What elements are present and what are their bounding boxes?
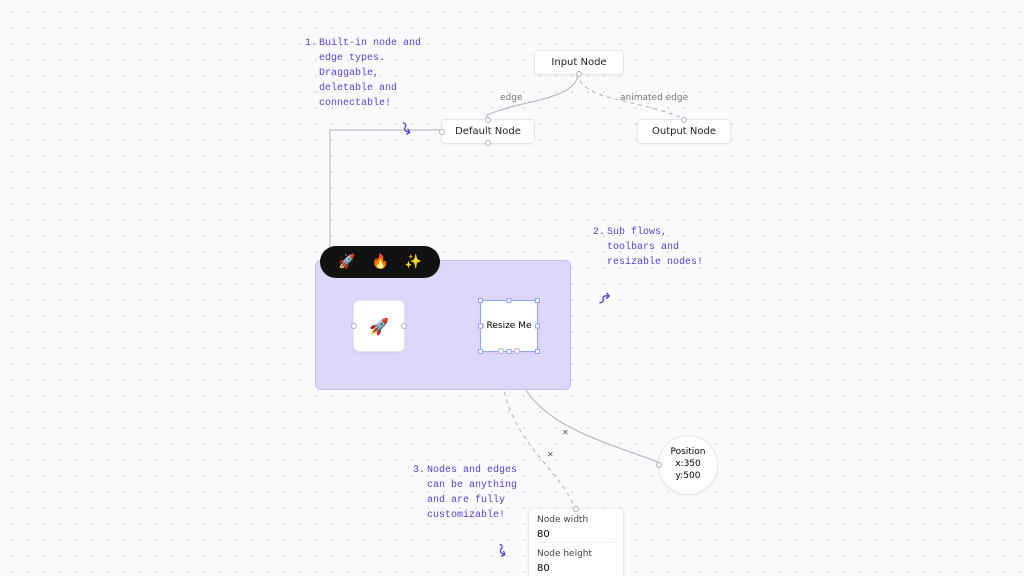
node-resize-label: Resize Me <box>487 321 532 331</box>
annotation-2-text: Sub flows, toolbars and resizable nodes! <box>607 225 713 270</box>
resize-handle-b[interactable] <box>507 349 512 354</box>
rocket-icon: 🚀 <box>369 317 389 336</box>
annotation-2: 2.Sub flows, toolbars and resizable node… <box>593 225 713 270</box>
form-width-input[interactable] <box>537 527 615 543</box>
annotation-2-num: 2. <box>593 225 607 240</box>
handle-icon-left[interactable] <box>351 323 357 329</box>
handle-form-top[interactable] <box>573 506 579 512</box>
resize-handle-bl[interactable] <box>478 349 483 354</box>
toolbar-rocket-icon[interactable]: 🚀 <box>338 254 355 270</box>
node-output-label: Output Node <box>652 126 716 137</box>
toolbar-sparkle-icon[interactable]: ✨ <box>405 254 422 270</box>
edge-delete-marker-2[interactable]: ✕ <box>547 450 554 459</box>
node-input-label: Input Node <box>551 57 606 68</box>
node-default[interactable]: Default Node <box>441 119 535 144</box>
node-output[interactable]: Output Node <box>637 119 731 144</box>
handle-default-top[interactable] <box>485 117 491 123</box>
handle-input-bottom[interactable] <box>576 71 582 77</box>
annotation-3-text: Nodes and edges can be anything and are … <box>427 463 533 523</box>
annotation-3-num: 3. <box>413 463 427 478</box>
resize-handle-r[interactable] <box>535 324 540 329</box>
edge-label-plain: edge <box>500 93 523 103</box>
handle-resize-bottom-1[interactable] <box>498 348 504 354</box>
position-y: y:500 <box>676 471 701 483</box>
handle-resize-bottom-2[interactable] <box>514 348 520 354</box>
resize-handle-tl[interactable] <box>478 298 483 303</box>
toolbar-fire-icon[interactable]: 🔥 <box>371 254 388 270</box>
annotation-3: 3.Nodes and edges can be anything and ar… <box>413 463 533 523</box>
annotation-1-num: 1. <box>305 36 319 51</box>
resize-handle-br[interactable] <box>535 349 540 354</box>
position-title: Position <box>670 447 705 459</box>
resize-handle-t[interactable] <box>507 298 512 303</box>
edge-delete-marker-1[interactable]: ✕ <box>562 428 569 437</box>
node-form[interactable]: Node width Node height <box>528 508 624 576</box>
handle-position-left[interactable] <box>656 462 662 468</box>
position-x: x:350 <box>675 459 701 471</box>
node-resize[interactable]: Resize Me <box>480 300 538 352</box>
annotation-3-arrow-icon: ↝ <box>491 540 513 559</box>
node-toolbar: 🚀 🔥 ✨ <box>320 246 440 278</box>
annotation-2-arrow-icon: ↝ <box>593 288 615 311</box>
node-icon[interactable]: 🚀 <box>353 300 405 352</box>
resize-handle-tr[interactable] <box>535 298 540 303</box>
node-default-label: Default Node <box>455 126 521 137</box>
edge-input-output <box>578 73 683 120</box>
node-position[interactable]: Position x:350 y:500 <box>658 435 718 495</box>
handle-default-left[interactable] <box>439 129 445 135</box>
form-height-label: Node height <box>537 549 615 559</box>
annotation-1-arrow-icon: ↝ <box>395 117 418 138</box>
form-width-label: Node width <box>537 515 615 525</box>
flow-canvas[interactable]: edge animated edge ✕ ✕ Input Node Defaul… <box>0 0 1024 576</box>
edge-input-default <box>487 73 578 120</box>
handle-default-bottom[interactable] <box>485 140 491 146</box>
edge-label-animated: animated edge <box>620 93 689 103</box>
node-input[interactable]: Input Node <box>534 50 624 75</box>
annotation-1: 1.Built-in node and edge types. Draggabl… <box>305 36 425 111</box>
handle-output-top[interactable] <box>681 117 687 123</box>
form-height-input[interactable] <box>537 561 615 576</box>
handle-icon-right[interactable] <box>401 323 407 329</box>
annotation-1-text: Built-in node and edge types. Draggable,… <box>319 36 425 111</box>
resize-handle-l[interactable] <box>478 324 483 329</box>
